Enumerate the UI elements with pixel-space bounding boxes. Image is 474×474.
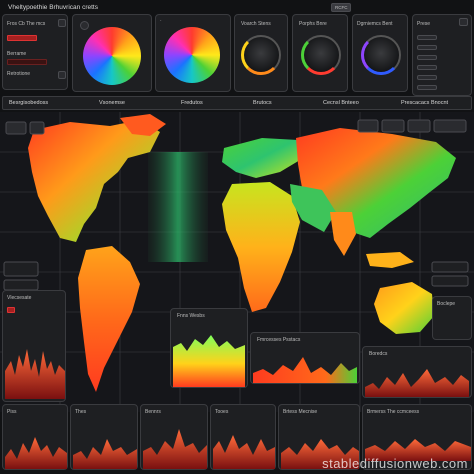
knob-title: Porphs Bnre	[299, 21, 327, 27]
list-item[interactable]: Prese	[417, 21, 430, 27]
panel-title: Boclepe	[437, 301, 456, 307]
chart-title: Brtess Mecnise	[283, 409, 318, 415]
tab-item[interactable]: Vsonemse	[99, 100, 125, 106]
bottom-chart-1: Piss	[2, 404, 68, 470]
map-tool-button[interactable]	[433, 119, 467, 133]
map-side-button[interactable]	[3, 279, 39, 291]
badge-label: RCFC	[335, 5, 348, 10]
map-tool-button[interactable]	[381, 119, 405, 133]
tab-bar: Besrgisobedoss Vsonemse Fredutos Brutocs…	[2, 96, 472, 110]
list-toggle[interactable]	[58, 19, 66, 27]
close-icon[interactable]	[459, 18, 468, 26]
panel-title: Fnns Wesbs	[177, 313, 205, 319]
watermark: stablediffusionweb.com	[322, 456, 468, 471]
mid-panel-chart	[173, 335, 245, 387]
list-row[interactable]	[417, 75, 437, 80]
bottom-chart-3-plot	[143, 429, 207, 469]
bottom-chart-6-plot	[365, 439, 471, 461]
app-title: Vheltypoethie Brhuvrican cretts	[8, 4, 98, 11]
left-chart-panel: Vlecsesate	[2, 290, 66, 402]
top-right-panel: Prese	[412, 14, 472, 96]
left-panel-chart	[5, 349, 65, 399]
map-tool-button[interactable]	[5, 121, 27, 135]
list-row[interactable]	[417, 55, 437, 60]
map-side-button[interactable]	[431, 261, 469, 273]
chart-title: Brmerss The ccmceess	[367, 409, 420, 415]
list-toggle[interactable]	[58, 71, 66, 79]
signal-beam	[148, 152, 208, 262]
bottom-chart-2-plot	[73, 439, 137, 469]
list-row[interactable]	[417, 35, 437, 40]
badge-button[interactable]: RCFC	[331, 3, 351, 12]
color-wheel-panel: ·	[155, 14, 231, 92]
chart-a-plot	[253, 357, 357, 383]
color-wheel-2[interactable]	[164, 27, 220, 83]
list-item[interactable]: Retrotione	[7, 71, 30, 77]
chart-title: Piss	[7, 409, 17, 415]
chart-panel-b: Boredcs	[362, 346, 472, 398]
bottom-chart-3: Bennrs	[140, 404, 208, 470]
list-item[interactable]: Berrame	[7, 51, 26, 57]
top-left-panel: Fros Cb The mcs Berrame Retrotione	[2, 14, 68, 90]
tab-item[interactable]: Fredutos	[181, 100, 203, 106]
knob-title: Dgrniemcs Bent	[357, 21, 393, 27]
map-side-button[interactable]	[431, 275, 469, 287]
bottom-chart-1-plot	[5, 437, 67, 469]
color-wheel-1[interactable]	[83, 27, 141, 85]
knob-panel: Porphs Bnre RCFC	[292, 3, 351, 92]
map-tool-button[interactable]	[357, 119, 379, 133]
panel-label: ·	[160, 18, 162, 24]
right-side-panel: Boclepe	[432, 296, 472, 340]
chart-title: Thes	[75, 409, 87, 415]
map-side-button[interactable]	[3, 261, 39, 277]
chart-b-plot	[365, 369, 469, 397]
list-row[interactable]	[417, 45, 437, 50]
map-tool-button[interactable]	[407, 119, 431, 133]
knob-title: Voarch Stens	[241, 21, 271, 27]
mid-chart-panel: Fnns Wesbs	[170, 308, 248, 388]
chart-title: Boredcs	[369, 351, 388, 357]
chart-panel-a: Fmrcesses Psstacs	[250, 332, 360, 384]
status-chip[interactable]	[7, 307, 15, 313]
bottom-chart-4-plot	[213, 435, 275, 469]
bottom-chart-4: Tooes	[210, 404, 276, 470]
color-wheel-panel	[72, 14, 152, 92]
knob-panel: Voarch Stens	[234, 14, 288, 92]
chart-title: Fmrcesses Psstacs	[257, 337, 301, 343]
tab-item[interactable]: Brutocs	[253, 100, 272, 106]
chart-title: Tooes	[215, 409, 229, 415]
list-row[interactable]	[417, 65, 437, 70]
tab-item[interactable]: Prescacacs Bnocnt	[401, 100, 448, 106]
map-tool-button[interactable]	[29, 121, 45, 135]
status-chip[interactable]	[7, 59, 47, 65]
chart-title: Bennrs	[145, 409, 161, 415]
knob-ring	[361, 35, 401, 75]
list-row[interactable]	[417, 85, 437, 90]
knob-ring	[241, 35, 281, 75]
status-chip[interactable]	[7, 35, 37, 41]
tab-item[interactable]: Besrgisobedoss	[9, 100, 48, 106]
list-item[interactable]: Fros Cb The mcs	[7, 21, 45, 27]
knob-ring	[301, 35, 341, 75]
knob-panel: Dgrniemcs Bent	[352, 14, 408, 92]
bottom-chart-2: Thes	[70, 404, 138, 470]
tab-item[interactable]: Cecnsl Bnteeo	[323, 100, 359, 106]
panel-title: Vlecsesate	[7, 295, 32, 301]
wheel-handle-icon[interactable]	[80, 21, 89, 30]
